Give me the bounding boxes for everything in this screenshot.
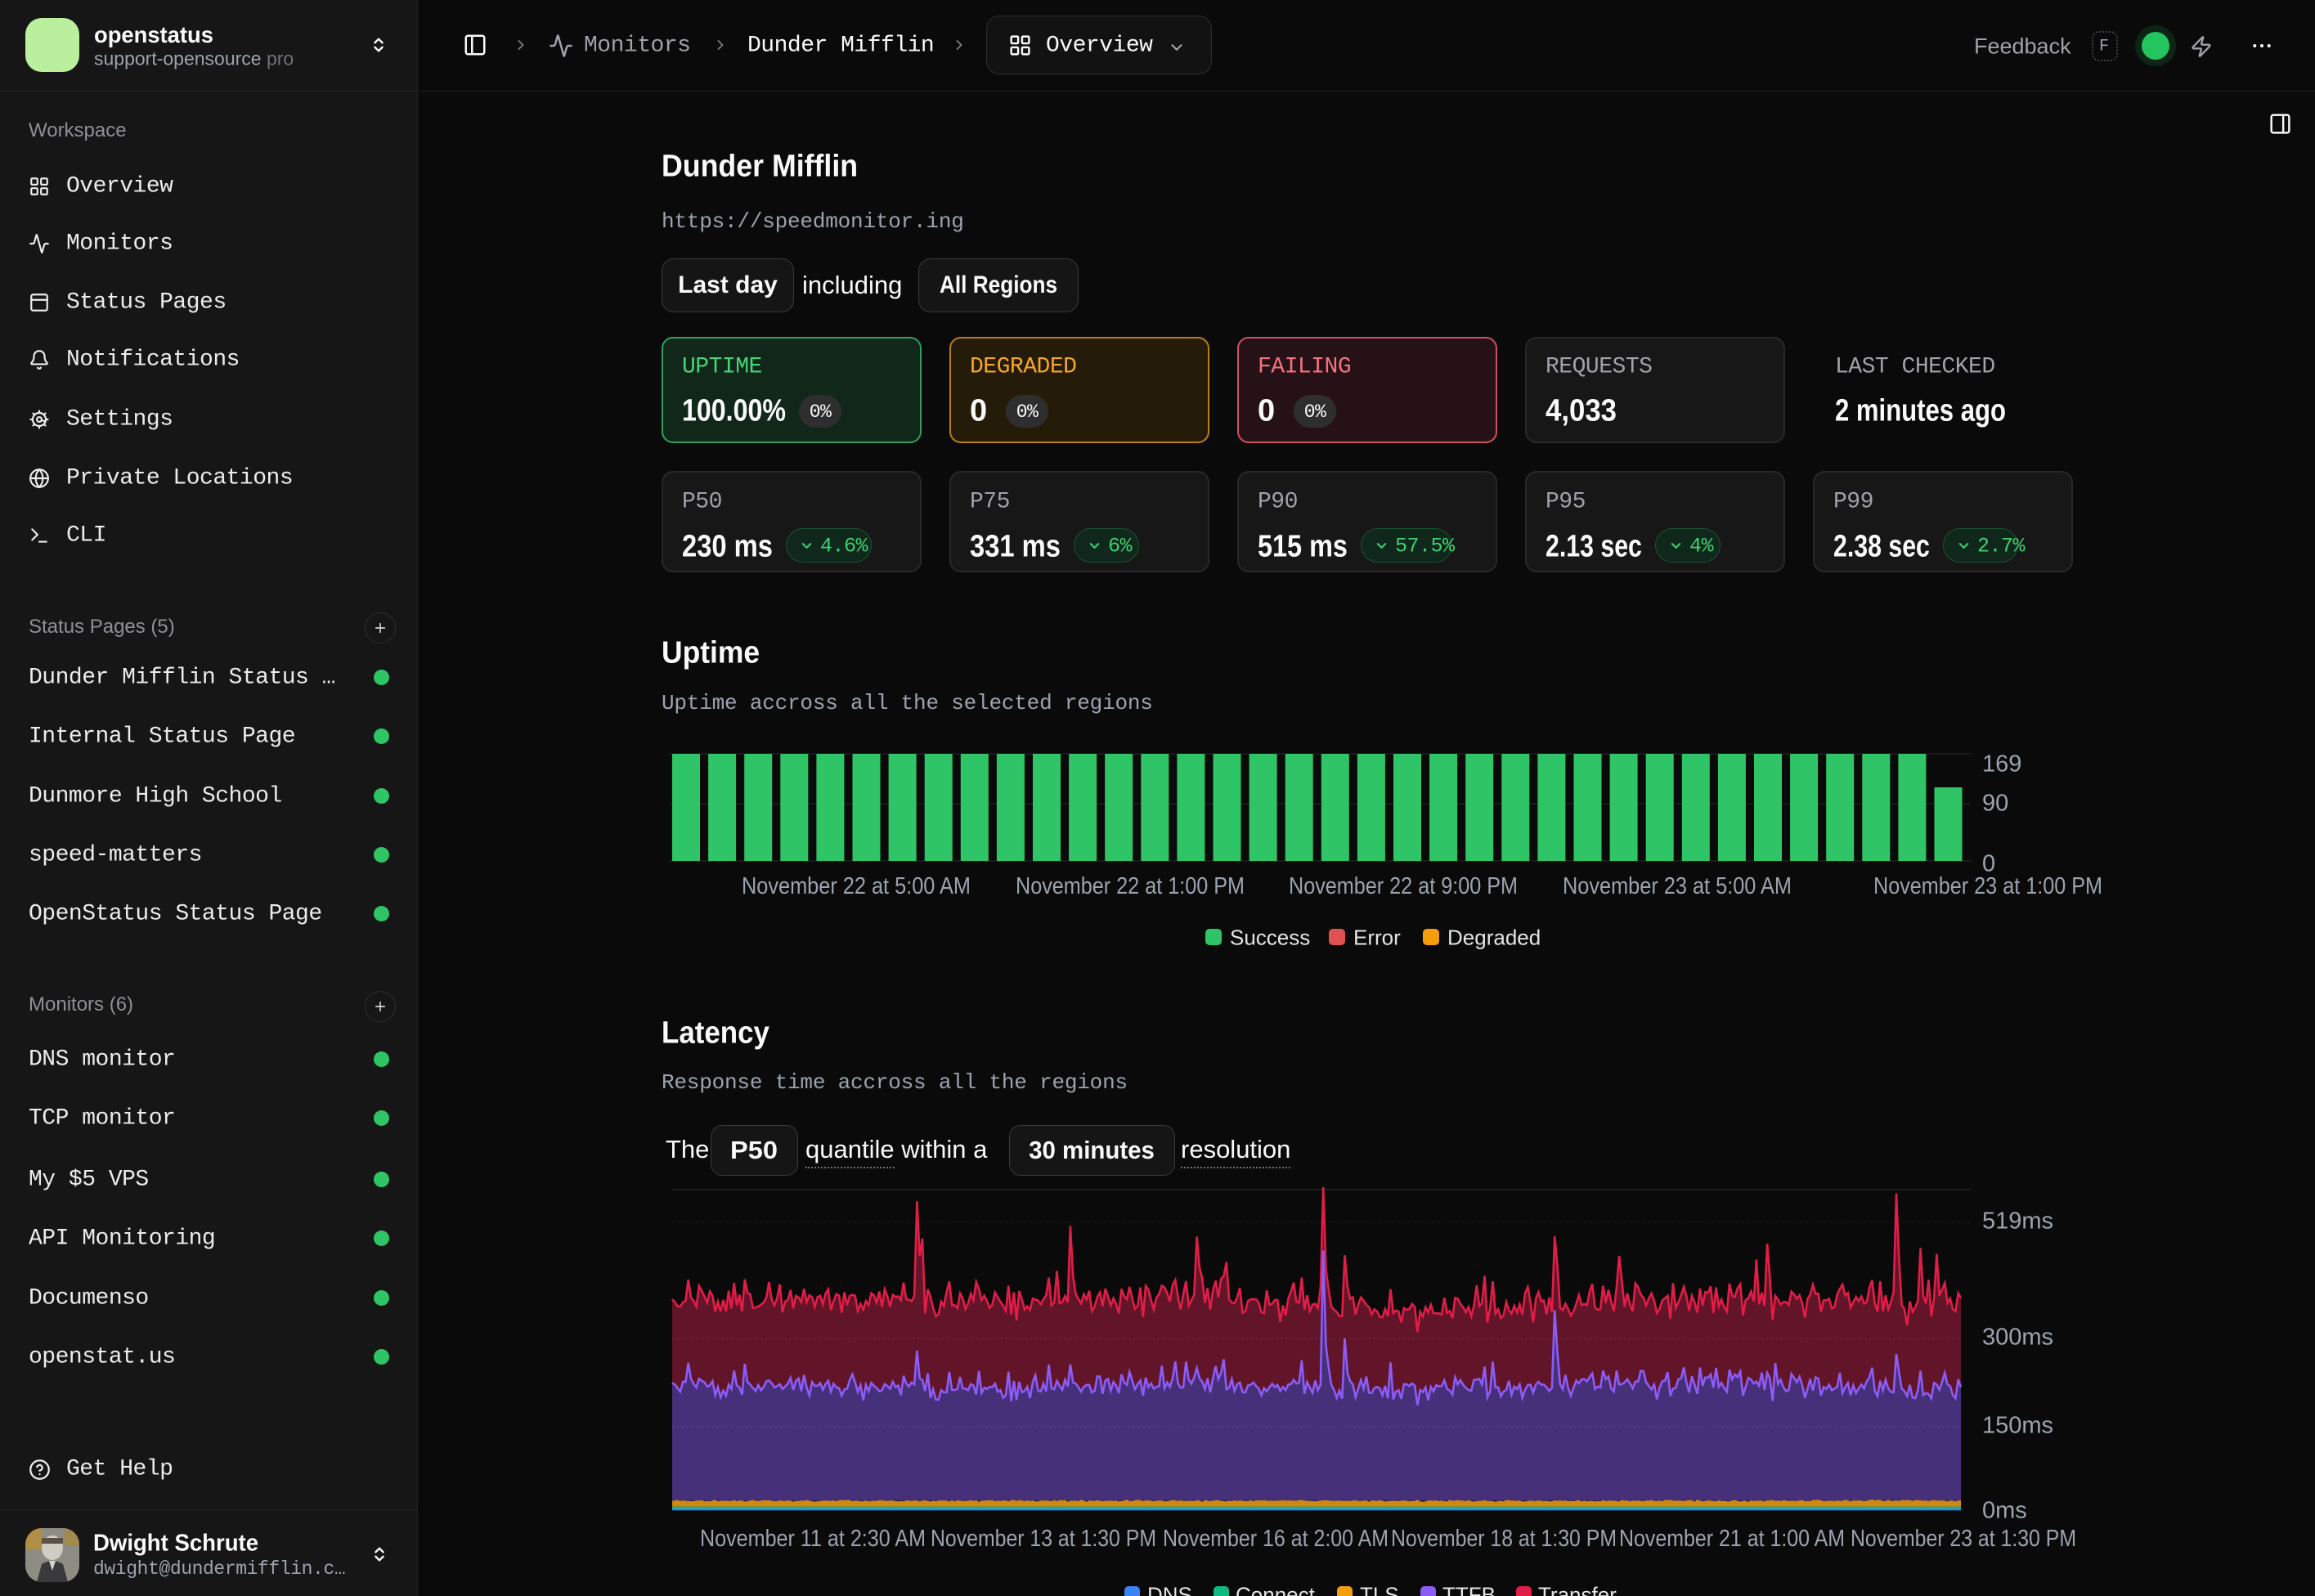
svg-text:November 23 at 1:30 PM: November 23 at 1:30 PM [1851,1526,2076,1552]
svg-text:November 18 at 1:30 PM: November 18 at 1:30 PM [1391,1526,1617,1552]
svg-text:November 23 at 1:00 PM: November 23 at 1:00 PM [1873,873,2102,899]
svg-text:300ms: 300ms [1982,1325,2053,1351]
svg-text:150ms: 150ms [1982,1413,2053,1439]
svg-text:November 21 at 1:00 AM: November 21 at 1:00 AM [1619,1526,1845,1552]
svg-text:169: 169 [1982,751,2021,778]
svg-text:519ms: 519ms [1982,1208,2053,1235]
svg-text:November 13 at 1:30 PM: November 13 at 1:30 PM [931,1526,1156,1552]
svg-text:November 22 at 9:00 PM: November 22 at 9:00 PM [1289,873,1518,899]
svg-text:November 16 at 2:00 AM: November 16 at 2:00 AM [1163,1526,1389,1552]
svg-text:November 22 at 1:00 PM: November 22 at 1:00 PM [1016,873,1245,899]
svg-text:November 23 at 5:00 AM: November 23 at 5:00 AM [1563,873,1792,899]
svg-text:November 22 at 5:00 AM: November 22 at 5:00 AM [742,873,971,899]
svg-text:90: 90 [1982,791,2008,817]
svg-text:November 11 at 2:30 AM: November 11 at 2:30 AM [700,1526,926,1552]
svg-text:0ms: 0ms [1982,1498,2027,1524]
